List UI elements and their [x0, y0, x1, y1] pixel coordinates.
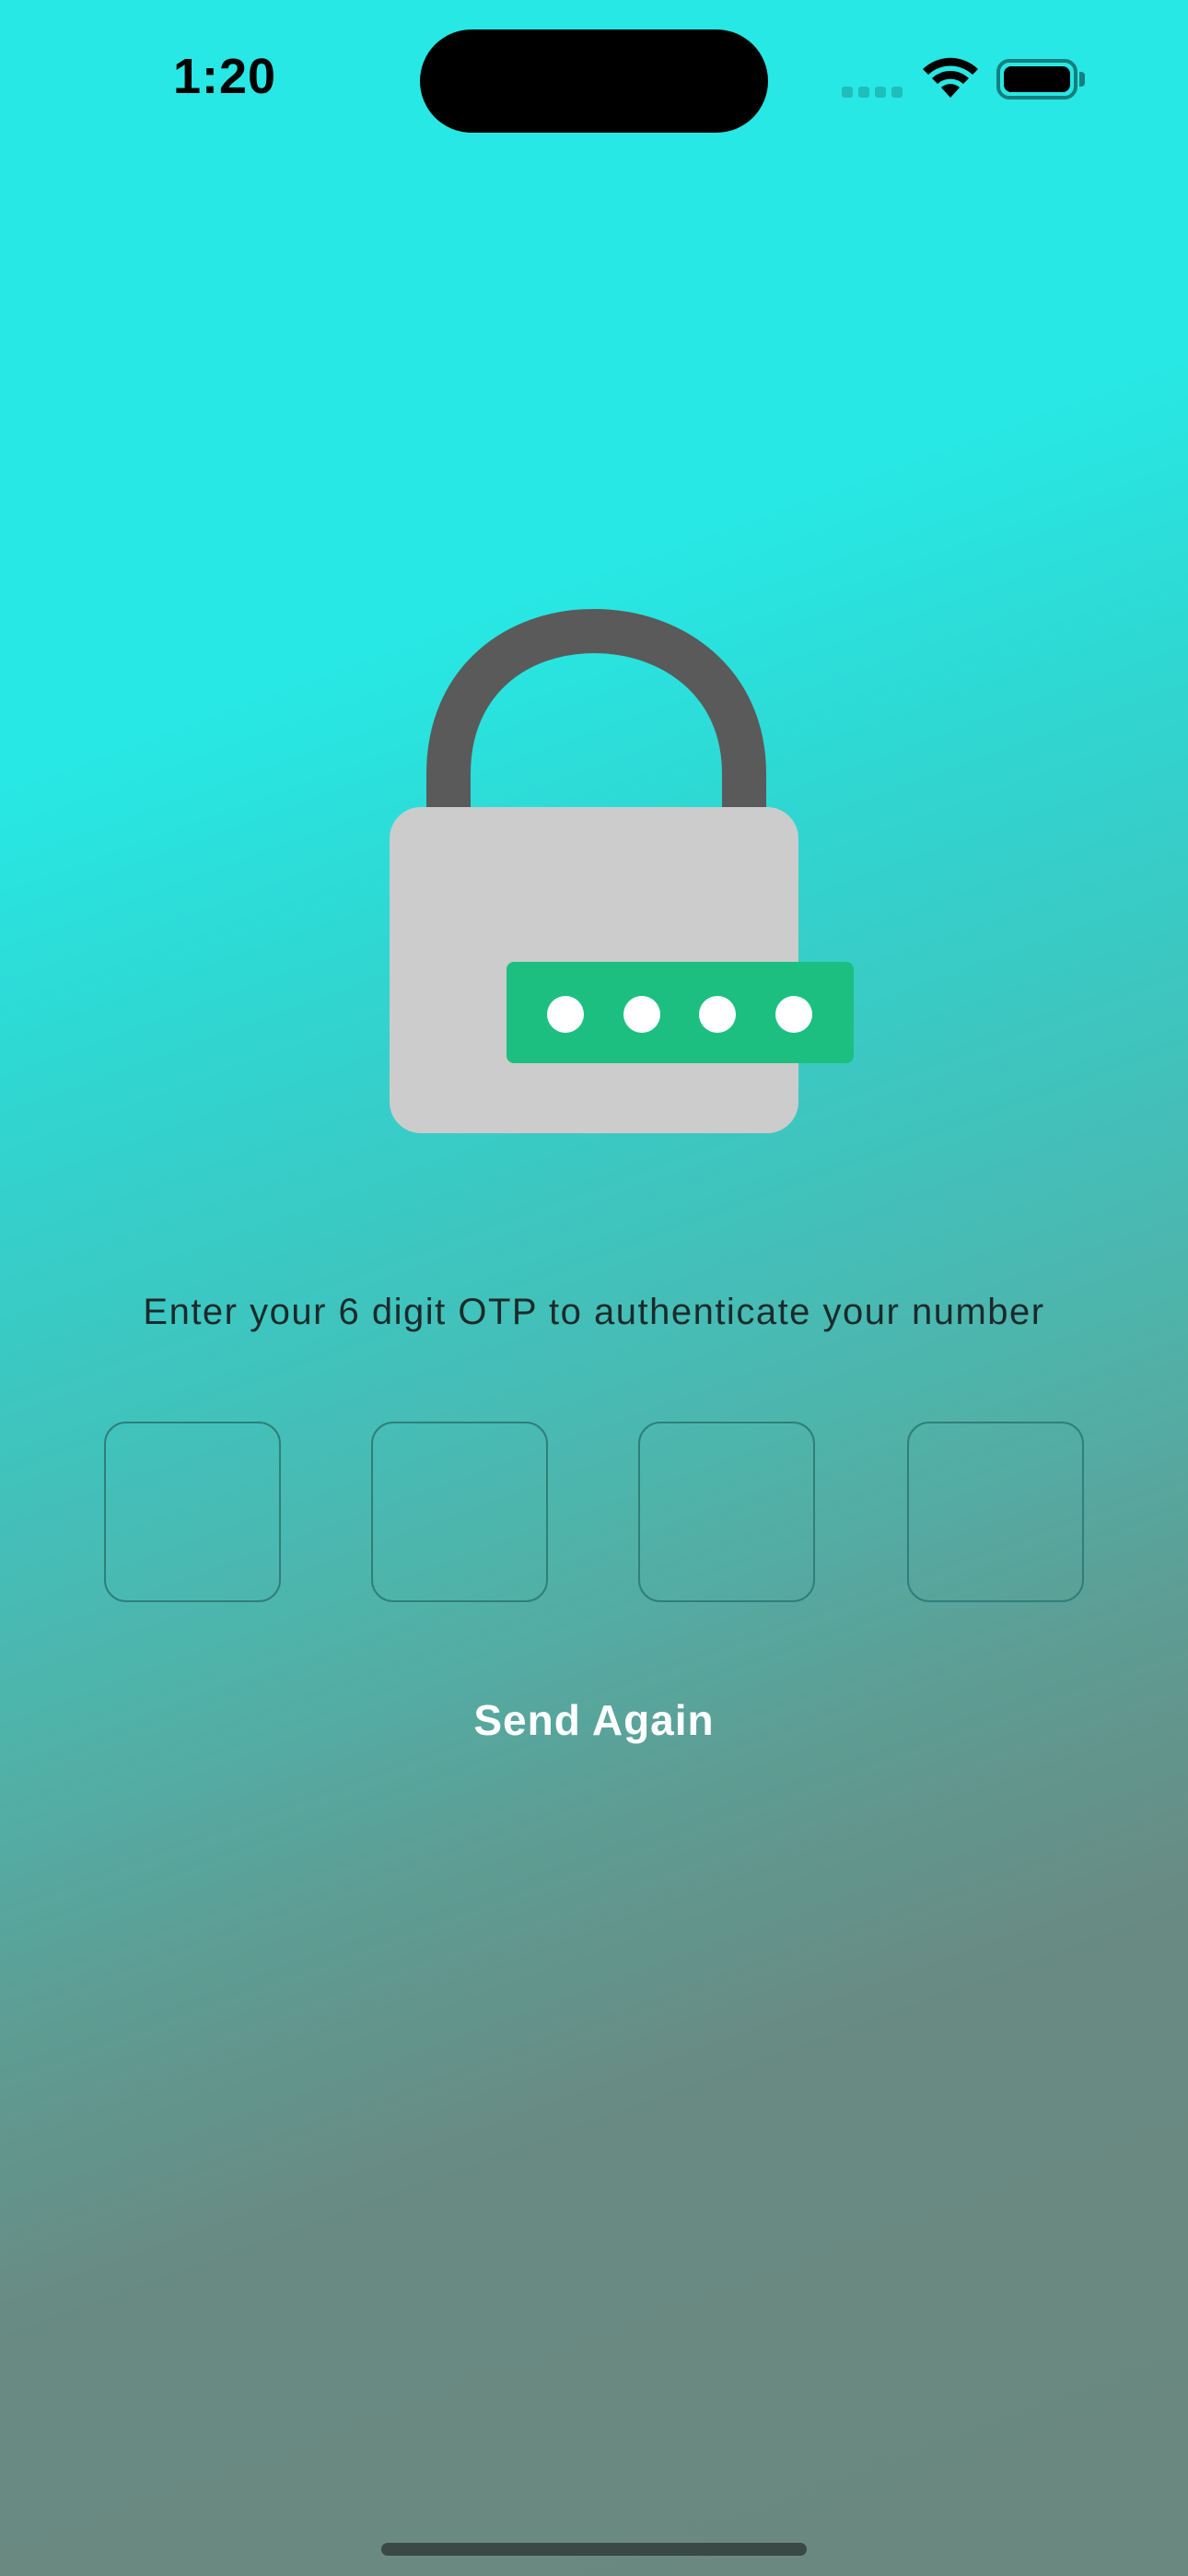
password-dot [775, 996, 812, 1033]
password-dot [699, 996, 736, 1033]
send-again-button[interactable]: Send Again [0, 1695, 1188, 1745]
otp-digit-4-input[interactable] [907, 1422, 1084, 1602]
otp-digit-1-input[interactable] [104, 1422, 281, 1602]
otp-screen: 1:20 Enter your 6 digit OTP to authentic… [0, 0, 1188, 2576]
padlock-shackle [426, 608, 766, 811]
password-dot [547, 996, 584, 1033]
password-dot [623, 996, 660, 1033]
otp-instruction: Enter your 6 digit OTP to authenticate y… [143, 1292, 1045, 1332]
otp-digit-3-input[interactable] [638, 1422, 815, 1602]
otp-digit-2-input[interactable] [371, 1422, 548, 1602]
otp-input-row [104, 1422, 1084, 1602]
home-indicator[interactable] [381, 2543, 807, 2556]
padlock-illustration [390, 608, 854, 1133]
